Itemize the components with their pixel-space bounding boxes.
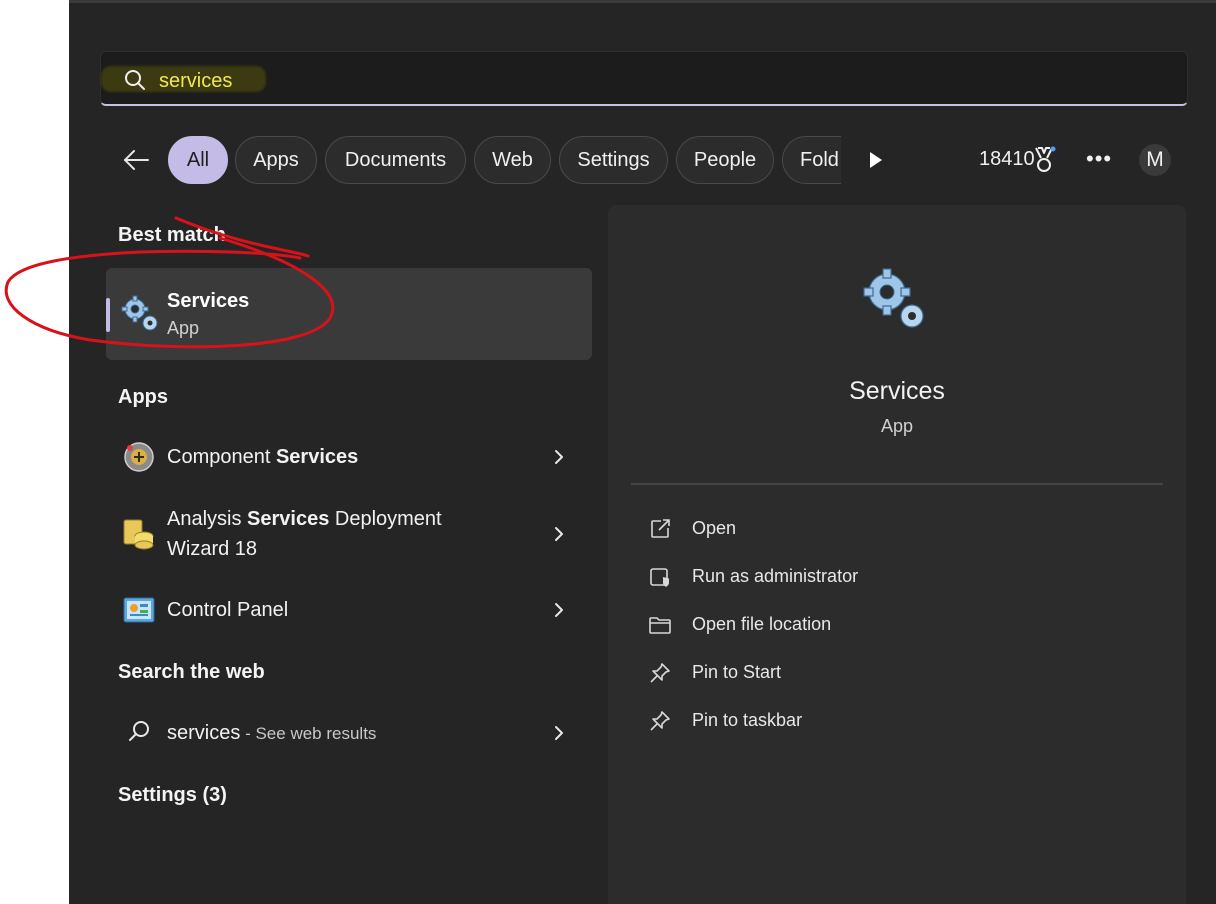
tab-apps[interactable]: Apps	[235, 136, 317, 184]
rewards-points: 18410	[979, 148, 1035, 170]
action-label: Open file location	[692, 614, 832, 634]
chevron-right-icon[interactable]	[552, 449, 566, 465]
chevron-right-icon[interactable]	[552, 602, 566, 618]
gears-icon	[863, 268, 924, 328]
pin-icon	[650, 711, 670, 731]
action-pin-to-taskbar[interactable]: Pin to taskbar	[648, 705, 1148, 737]
app-result-label: Analysis Services Deployment Wizard 18	[167, 508, 442, 560]
action-label: Pin to Start	[692, 662, 782, 682]
best-match-item[interactable]: Services App	[106, 268, 592, 360]
search-web-heading: Search the web	[118, 661, 265, 683]
selection-indicator	[106, 298, 110, 332]
tab-people[interactable]: People	[676, 136, 774, 184]
avatar[interactable]: M	[1139, 144, 1171, 176]
chevron-right-icon[interactable]	[552, 725, 566, 741]
search-icon	[129, 721, 149, 741]
action-label: Pin to taskbar	[692, 710, 803, 730]
action-run-as-admin[interactable]: Run as administrator	[648, 561, 1148, 593]
tab-settings[interactable]: Settings	[559, 136, 668, 184]
best-match-title: Services	[167, 290, 250, 312]
action-label: Run as administrator	[692, 566, 859, 586]
preview-pane: Services App Open Run as administrator O…	[608, 205, 1186, 904]
search-icon	[125, 70, 145, 90]
more-options-icon[interactable]: •••	[1086, 146, 1112, 172]
action-open-file-location[interactable]: Open file location	[648, 609, 1148, 641]
action-pin-to-start[interactable]: Pin to Start	[648, 657, 1148, 689]
tab-documents[interactable]: Documents	[325, 136, 466, 184]
app-result-label: Component Services	[167, 446, 359, 468]
web-result-label: services - See web results	[167, 722, 377, 744]
back-arrow-icon[interactable]	[121, 145, 151, 175]
tab-folders[interactable]: Fold	[782, 136, 841, 184]
search-box[interactable]: services	[100, 51, 1188, 106]
deployment-wizard-icon	[123, 519, 154, 550]
gears-icon	[121, 295, 158, 331]
scroll-right-icon[interactable]	[866, 150, 886, 170]
search-input[interactable]: services	[159, 70, 232, 93]
rewards-medal-icon[interactable]	[1032, 146, 1056, 174]
preview-subtitle: App	[880, 416, 914, 436]
action-open[interactable]: Open	[648, 513, 1148, 545]
window-edge	[69, 0, 1216, 3]
action-label: Open	[692, 518, 737, 538]
divider	[631, 483, 1163, 485]
preview-title: Services	[849, 377, 945, 405]
folder-icon	[649, 617, 671, 634]
settings-heading[interactable]: Settings (3)	[118, 784, 227, 807]
app-result-control-panel[interactable]: Control Panel	[106, 589, 592, 633]
tab-all[interactable]: All	[168, 136, 228, 184]
pin-icon	[650, 663, 670, 683]
component-services-icon	[124, 442, 154, 472]
control-panel-icon	[123, 597, 155, 623]
open-external-icon	[651, 519, 670, 538]
app-result-analysis-services[interactable]: Analysis Services Deployment Wizard 18	[106, 504, 592, 566]
web-result-item[interactable]: services - See web results	[106, 712, 592, 756]
tab-web[interactable]: Web	[474, 136, 551, 184]
best-match-subtitle: App	[167, 318, 200, 338]
apps-heading: Apps	[118, 386, 168, 408]
best-match-heading: Best match	[118, 224, 226, 246]
shield-admin-icon	[650, 568, 669, 587]
chevron-right-icon[interactable]	[552, 526, 566, 542]
app-result-component-services[interactable]: Component Services	[106, 436, 592, 480]
app-result-label: Control Panel	[167, 599, 289, 621]
search-flyout: services All Apps Documents Web Settings…	[69, 0, 1216, 904]
